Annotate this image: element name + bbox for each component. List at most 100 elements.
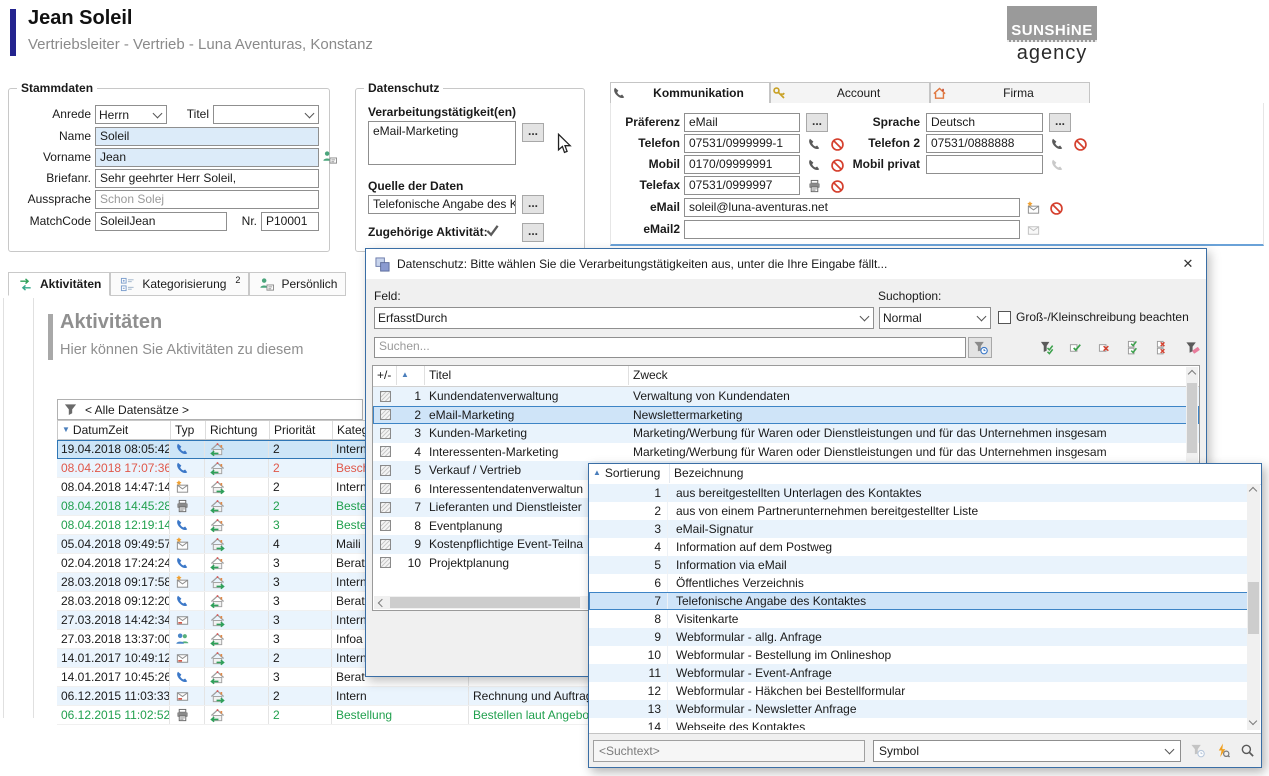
fax-printer-icon[interactable] bbox=[806, 178, 823, 194]
suchoption-select[interactable]: Normal bbox=[879, 307, 991, 329]
tab-persoenlich[interactable]: Persönlich bbox=[249, 272, 346, 296]
tab-kommunikation[interactable]: Kommunikation bbox=[610, 82, 770, 104]
dialog-table-row[interactable]: 2eMail-MarketingNewslettermarketing bbox=[373, 406, 1199, 425]
lookup-row[interactable]: 3eMail-Signatur bbox=[589, 520, 1248, 538]
scrollbar-thumb[interactable] bbox=[390, 597, 580, 608]
lookup-row[interactable]: 8Visitenkarte bbox=[589, 610, 1248, 628]
lookup-row[interactable]: 5Information via eMail bbox=[589, 556, 1248, 574]
column-header[interactable]: Priorität bbox=[270, 421, 333, 439]
aussprache-field[interactable]: Schon Solej bbox=[95, 190, 319, 209]
check-one-icon[interactable] bbox=[1065, 337, 1087, 357]
scrollbar-thumb[interactable] bbox=[1187, 383, 1197, 453]
search-input[interactable]: Suchen... bbox=[374, 337, 966, 358]
row-checkbox[interactable] bbox=[380, 483, 391, 494]
row-checkbox[interactable] bbox=[380, 539, 391, 550]
column-header[interactable]: +/- bbox=[373, 366, 397, 385]
dialog-table-row[interactable]: 1KundendatenverwaltungVerwaltung von Kun… bbox=[373, 387, 1199, 406]
titel-select[interactable] bbox=[213, 105, 319, 124]
block-icon[interactable] bbox=[829, 178, 846, 194]
sprache-field[interactable]: Deutsch bbox=[926, 113, 1043, 132]
activities-filter-bar[interactable]: < Alle Datensätze > bbox=[57, 399, 363, 420]
symbol-select[interactable]: Symbol bbox=[873, 740, 1181, 762]
lookup-row[interactable]: 2aus von einem Partnerunternehmen bereit… bbox=[589, 502, 1248, 520]
popup-name-column[interactable]: Bezeichnung bbox=[669, 464, 1261, 483]
name-field[interactable]: Soleil bbox=[95, 127, 319, 146]
row-checkbox[interactable] bbox=[380, 557, 391, 568]
lookup-row[interactable]: 12Webformular - Häkchen bei Bestellformu… bbox=[589, 682, 1248, 700]
column-header[interactable]: Typ bbox=[171, 421, 206, 439]
tab-firma[interactable]: Firma bbox=[930, 82, 1090, 104]
row-checkbox[interactable] bbox=[380, 465, 391, 476]
checkbox-box[interactable] bbox=[998, 311, 1011, 324]
sort-column-header[interactable]: ▲ bbox=[397, 366, 425, 385]
filter-apply-icon[interactable] bbox=[1036, 337, 1058, 357]
lookup-row[interactable]: 9Webformular - allg. Anfrage bbox=[589, 628, 1248, 646]
dialog-table-row[interactable]: 4Interessenten-MarketingMarketing/Werbun… bbox=[373, 443, 1199, 462]
column-header[interactable]: ▼DatumZeit bbox=[58, 421, 171, 439]
column-header[interactable]: Titel bbox=[425, 366, 629, 385]
case-sensitive-checkbox[interactable]: Groß-/Kleinschreibung beachten bbox=[998, 310, 1189, 324]
telefon-field[interactable]: 07531/0999999-1 bbox=[684, 134, 800, 153]
column-header[interactable]: Zweck bbox=[629, 366, 1199, 385]
select-cell[interactable] bbox=[373, 480, 397, 499]
select-cell[interactable] bbox=[373, 387, 397, 406]
verarbeitung-field[interactable]: eMail-Marketing bbox=[368, 121, 516, 165]
lookup-row[interactable]: 11Webformular - Event-Anfrage bbox=[589, 664, 1248, 682]
select-cell[interactable] bbox=[373, 535, 397, 554]
lookup-row[interactable]: 4Information auf dem Postweg bbox=[589, 538, 1248, 556]
telefax-field[interactable]: 07531/0999997 bbox=[684, 176, 800, 195]
block-icon[interactable] bbox=[829, 157, 846, 173]
row-checkbox[interactable] bbox=[380, 446, 391, 457]
activity-row[interactable]: 06.12.2015 11:02:522BestellungBestellen … bbox=[57, 706, 640, 725]
praeferenz-field[interactable]: eMail bbox=[684, 113, 800, 132]
filter-clear-icon[interactable] bbox=[1181, 337, 1203, 357]
dialog-titlebar[interactable]: Datenschutz: Bitte wählen Sie die Verarb… bbox=[366, 249, 1206, 279]
compose-mail-icon[interactable] bbox=[1025, 200, 1042, 216]
popup-sort-column[interactable]: ▲Sortierung bbox=[589, 464, 669, 483]
block-icon[interactable] bbox=[829, 136, 846, 152]
vertical-scrollbar[interactable] bbox=[1247, 484, 1260, 730]
select-cell[interactable] bbox=[373, 498, 397, 517]
row-checkbox[interactable] bbox=[380, 520, 391, 531]
vorname-field[interactable]: Jean bbox=[95, 148, 319, 167]
mobilprivat-field[interactable] bbox=[926, 155, 1043, 174]
scroll-up-icon[interactable] bbox=[1188, 370, 1196, 378]
row-checkbox[interactable] bbox=[380, 502, 391, 513]
close-icon[interactable]: ✕ bbox=[1178, 256, 1198, 272]
check-all-icon[interactable] bbox=[1123, 337, 1145, 357]
person-card-icon[interactable] bbox=[321, 149, 338, 165]
email-field[interactable]: soleil@luna-aventuras.net bbox=[684, 198, 1020, 217]
verarbeitung-browse-button[interactable]: ... bbox=[522, 123, 544, 142]
anrede-select[interactable]: Herrn bbox=[95, 105, 167, 124]
telefon2-field[interactable]: 07531/0888888 bbox=[926, 134, 1043, 153]
dial-phone-icon[interactable] bbox=[806, 136, 823, 152]
scroll-left-icon[interactable] bbox=[378, 598, 386, 606]
filter-history-button[interactable] bbox=[968, 337, 992, 358]
flash-search-icon[interactable] bbox=[1214, 743, 1231, 759]
briefanr-field[interactable]: Sehr geehrter Herr Soleil, bbox=[95, 169, 319, 188]
scrollbar-thumb[interactable] bbox=[1248, 582, 1259, 634]
praeferenz-browse-button[interactable]: ... bbox=[806, 113, 828, 132]
lookup-row[interactable]: 14Webseite des Kontaktes bbox=[589, 718, 1248, 730]
select-cell[interactable] bbox=[373, 554, 397, 573]
lookup-row[interactable]: 7Telefonische Angabe des Kontaktes bbox=[589, 592, 1248, 610]
select-cell[interactable] bbox=[373, 424, 397, 443]
quelle-browse-button[interactable]: ... bbox=[522, 195, 544, 214]
sprache-browse-button[interactable]: ... bbox=[1049, 113, 1071, 132]
feld-select[interactable]: ErfasstDurch bbox=[374, 307, 874, 329]
scroll-down-icon[interactable] bbox=[1249, 717, 1257, 725]
dial-phone-icon[interactable] bbox=[806, 157, 823, 173]
select-cell[interactable] bbox=[373, 461, 397, 480]
scroll-up-icon[interactable] bbox=[1249, 487, 1257, 495]
tab-aktivitaeten[interactable]: Aktivitäten bbox=[8, 272, 110, 296]
row-checkbox[interactable] bbox=[380, 428, 391, 439]
matchcode-field[interactable]: SoleilJean bbox=[95, 212, 227, 231]
email2-field[interactable] bbox=[684, 220, 1020, 239]
lookup-row[interactable]: 1aus bereitgestellten Unterlagen des Kon… bbox=[589, 484, 1248, 502]
suchtext-input[interactable]: <Suchtext> bbox=[593, 740, 865, 762]
select-cell[interactable] bbox=[373, 406, 397, 425]
lookup-row[interactable]: 6Öffentliches Verzeichnis bbox=[589, 574, 1248, 592]
search-icon[interactable] bbox=[1239, 743, 1256, 759]
uncheck-one-icon[interactable] bbox=[1094, 337, 1116, 357]
dialog-table-row[interactable]: 3Kunden-MarketingMarketing/Werbung für W… bbox=[373, 424, 1199, 443]
